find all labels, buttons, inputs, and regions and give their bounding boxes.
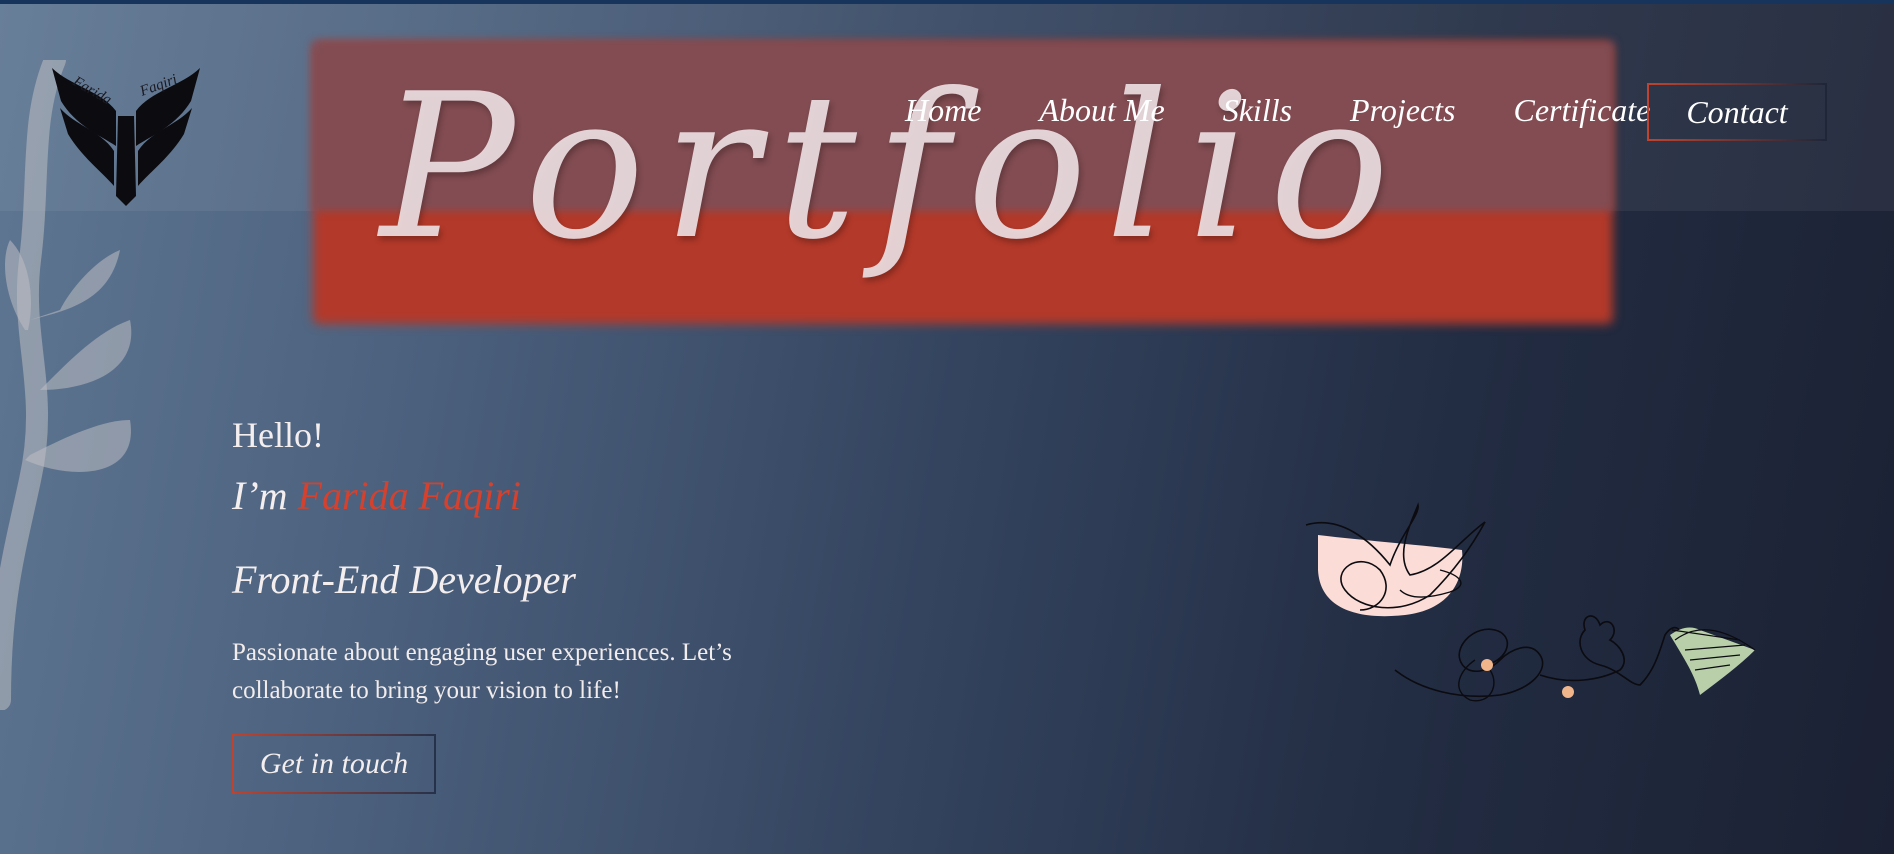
hero-greeting: Hello! <box>232 415 324 455</box>
butterfly-logo-icon[interactable]: Farida Faqiri <box>46 56 206 206</box>
hero-intro-prefix: I’m <box>232 473 288 518</box>
nav-home[interactable]: Home <box>905 92 981 129</box>
hero-description: Passionate about engaging user experienc… <box>232 639 732 704</box>
contact-button[interactable]: Contact <box>1647 83 1827 141</box>
nav-projects[interactable]: Projects <box>1350 92 1455 129</box>
hero-role: Front-End Developer <box>232 557 576 602</box>
hero-name: Farida Faqiri <box>297 473 521 518</box>
get-in-touch-button[interactable]: Get in touch <box>232 734 436 794</box>
hero-intro: I’m Farida Faqiri <box>232 472 521 519</box>
line-art-illustration-icon <box>1305 502 1756 702</box>
nav-skills[interactable]: Skills <box>1223 92 1292 129</box>
nav-certificate[interactable]: Certificate <box>1514 92 1651 129</box>
main-nav: Home About Me Skills Projects Certificat… <box>905 78 1708 142</box>
nav-about-me[interactable]: About Me <box>1039 92 1164 129</box>
